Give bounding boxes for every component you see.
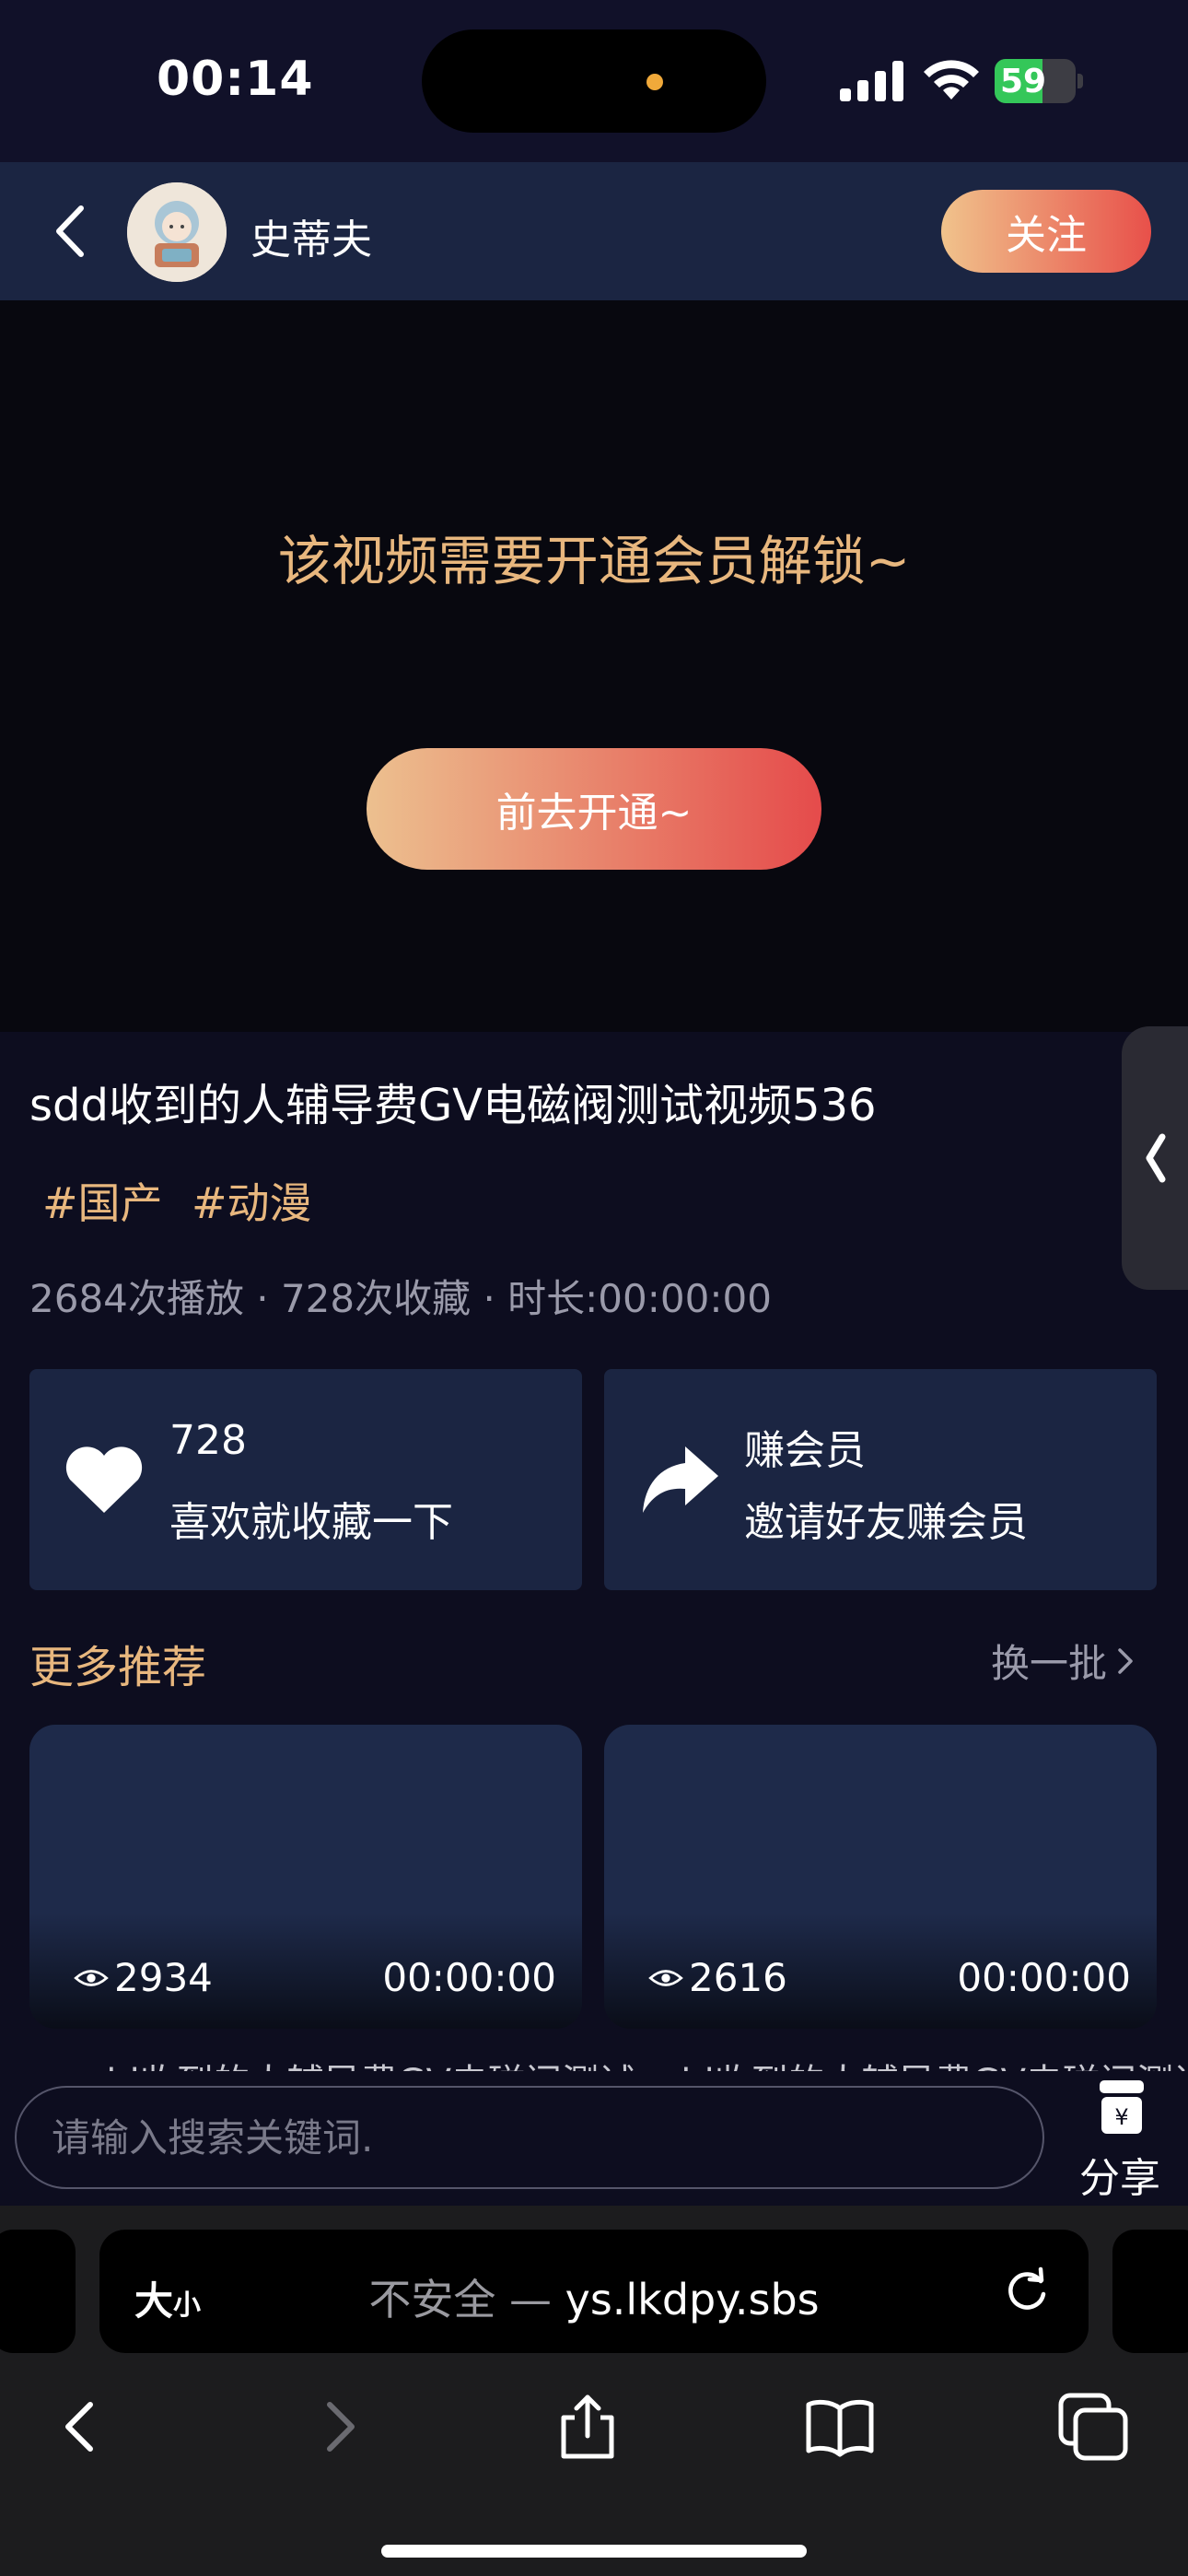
url-domain: ys.lkdpy.sbs: [565, 2275, 820, 2324]
view-count: 2616: [648, 1955, 787, 2000]
share-gift-icon[interactable]: ¥: [1096, 2077, 1147, 2137]
battery-percentage: 59: [1000, 63, 1047, 100]
side-drawer-handle[interactable]: [1122, 1026, 1188, 1290]
recommended-video-card[interactable]: 2616 00:00:00: [604, 1725, 1157, 2029]
video-stats: 2684次播放 · 728次收藏 · 时长:00:00:00: [29, 1276, 772, 1321]
recommended-video-title[interactable]: sdd收到的人辅导费GV电磁阀测试: [648, 2053, 1188, 2071]
wifi-icon: [924, 60, 979, 100]
video-duration: 00:00:00: [382, 1955, 556, 2000]
browser-forward-icon[interactable]: [302, 2390, 376, 2464]
video-title: sdd收到的人辅导费GV电磁阀测试视频536: [29, 1080, 877, 1131]
video-player-area: 该视频需要开通会员解锁~ 前去开通~: [0, 300, 1188, 1032]
tag-link[interactable]: #国产: [42, 1170, 163, 1231]
tabs-overview-icon[interactable]: [1057, 2390, 1131, 2464]
cellular-signal-icon: [840, 61, 903, 101]
browser-chrome: 大小 不安全 — ys.lkdpy.sbs: [0, 2206, 1188, 2576]
status-time: 00:14: [157, 52, 314, 107]
reload-icon[interactable]: [1002, 2266, 1052, 2316]
collect-count: 728: [169, 1417, 247, 1464]
eye-icon: [648, 1969, 683, 1986]
url-text: 不安全 — ys.lkdpy.sbs: [99, 2266, 1089, 2327]
refresh-label: 换一批: [991, 1641, 1108, 1686]
search-input[interactable]: [15, 2086, 1044, 2189]
video-duration: 00:00:00: [957, 1955, 1131, 2000]
browser-back-icon[interactable]: [44, 2390, 118, 2464]
author-avatar[interactable]: [127, 182, 227, 282]
view-count: 2934: [74, 1955, 213, 2000]
share-label[interactable]: 分享: [1079, 2145, 1160, 2204]
video-header: 史蒂夫 关注: [0, 162, 1188, 300]
tag-link[interactable]: #动漫: [192, 1170, 312, 1231]
dynamic-island: [422, 29, 766, 133]
home-indicator[interactable]: [381, 2545, 807, 2558]
unlock-membership-button[interactable]: 前去开通~: [367, 748, 821, 870]
next-tab-preview[interactable]: [1112, 2230, 1188, 2353]
svg-text:¥: ¥: [1114, 2104, 1128, 2130]
chevron-right-icon: [1118, 1647, 1133, 1674]
chevron-left-icon: [1146, 1133, 1166, 1183]
bottom-search-bar: ¥ 分享: [0, 2071, 1188, 2206]
previous-tab-preview[interactable]: [0, 2230, 76, 2353]
address-bar[interactable]: 大小 不安全 — ys.lkdpy.sbs: [99, 2230, 1089, 2353]
author-name[interactable]: 史蒂夫: [250, 206, 372, 265]
collect-label: 喜欢就收藏一下: [169, 1499, 453, 1546]
recommended-video-card[interactable]: 2934 00:00:00: [29, 1725, 582, 2029]
invite-label: 邀请好友赚会员: [744, 1499, 1028, 1546]
locked-message: 该视频需要开通会员解锁~: [277, 530, 911, 592]
recommended-video-title[interactable]: sdd收到的人辅导费GV电磁阀测试: [74, 2053, 635, 2071]
collect-card[interactable]: 728 喜欢就收藏一下: [29, 1369, 582, 1590]
invite-card[interactable]: 赚会员 邀请好友赚会员: [604, 1369, 1157, 1590]
follow-button[interactable]: 关注: [941, 190, 1151, 273]
heart-icon: [65, 1446, 143, 1513]
avatar-illustration-icon: [127, 182, 227, 282]
share-arrow-icon: [643, 1446, 718, 1513]
battery-icon: 59: [995, 59, 1083, 103]
section-title: 更多推荐: [29, 1642, 207, 1693]
privacy-indicator-dot: [646, 74, 663, 90]
eye-icon: [74, 1969, 109, 1986]
back-button[interactable]: [46, 199, 98, 263]
bookmarks-icon[interactable]: [803, 2390, 877, 2464]
browser-share-icon[interactable]: [551, 2390, 624, 2464]
insecure-label: 不安全 —: [368, 2275, 565, 2324]
invite-title: 赚会员: [744, 1427, 866, 1474]
refresh-batch-button[interactable]: 换一批: [991, 1633, 1136, 1689]
status-bar: 00:14 59: [0, 0, 1188, 162]
